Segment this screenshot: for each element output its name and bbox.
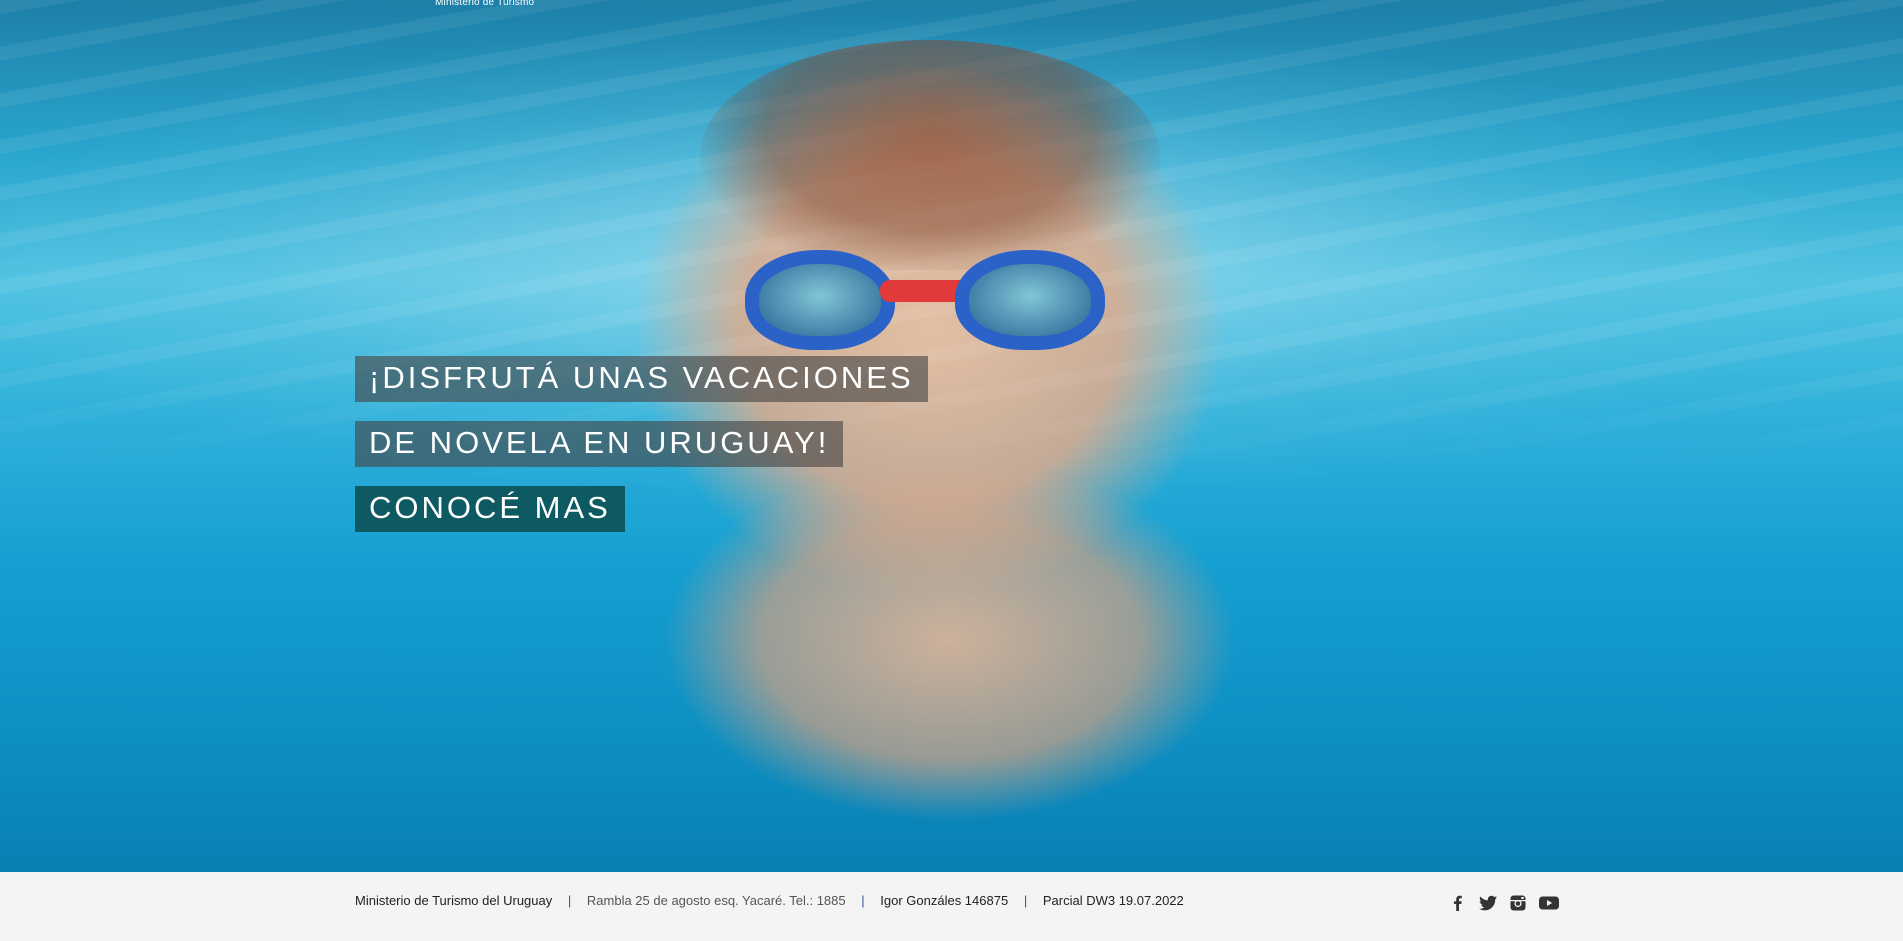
site-tag: Ministerio de Turismo — [435, 0, 535, 8]
learn-more-button[interactable]: CONOCÉ MAS — [355, 486, 625, 532]
footer-exam: Parcial DW3 19.07.2022 — [1042, 893, 1184, 908]
footer-info: Ministerio de Turismo del Uruguay | Ramb… — [355, 893, 1184, 908]
goggle-lens-right — [955, 250, 1105, 350]
swimmer-hair — [700, 40, 1160, 270]
footer: Ministerio de Turismo del Uruguay | Ramb… — [0, 872, 1903, 941]
goggle-lens-left — [745, 250, 895, 350]
social-links — [1448, 894, 1559, 912]
footer-org: Ministerio de Turismo del Uruguay — [355, 893, 553, 908]
hero-banner: Ministerio de Turismo ¡DISFRUTÁ UNAS VAC… — [0, 0, 1903, 872]
footer-address: Rambla 25 de agosto esq. Yacaré. Tel.: 1… — [586, 893, 846, 908]
footer-separator: | — [1023, 893, 1028, 908]
facebook-icon[interactable] — [1448, 894, 1468, 912]
footer-author: Igor Gonzáles 146875 — [880, 893, 1009, 908]
hero-headline-line2: DE NOVELA EN URUGUAY! — [355, 421, 844, 467]
instagram-icon[interactable] — [1508, 894, 1528, 912]
swim-goggles-image — [745, 250, 1125, 360]
youtube-icon[interactable] — [1538, 894, 1559, 912]
twitter-icon[interactable] — [1478, 894, 1498, 912]
footer-separator: | — [567, 893, 572, 908]
footer-separator: | — [861, 893, 865, 908]
hero-headline-line1: ¡DISFRUTÁ UNAS VACACIONES — [355, 356, 928, 402]
